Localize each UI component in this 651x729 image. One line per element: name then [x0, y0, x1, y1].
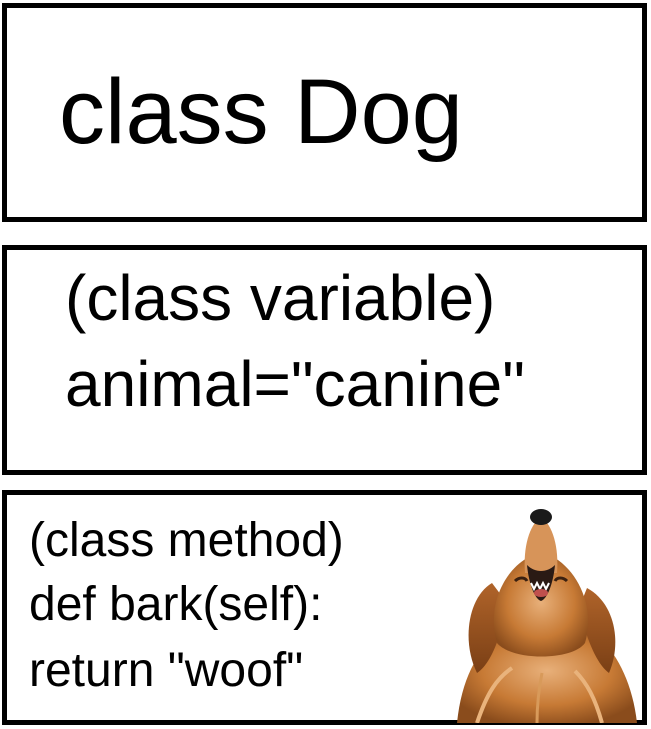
class-method-card: (class method) def bark(self): return "w…: [2, 490, 647, 725]
class-name-card: class Dog: [2, 3, 647, 222]
class-variable-heading: (class variable): [65, 262, 496, 334]
class-method-heading: (class method): [29, 514, 344, 567]
class-variable-definition: animal="canine": [65, 348, 525, 420]
class-name-text: class Dog: [59, 61, 463, 163]
class-variable-card: (class variable) animal="canine": [2, 245, 647, 475]
barking-dog-icon: [457, 509, 637, 723]
method-signature: def bark(self):: [29, 578, 323, 631]
method-return-statement: return "woof": [29, 644, 304, 697]
